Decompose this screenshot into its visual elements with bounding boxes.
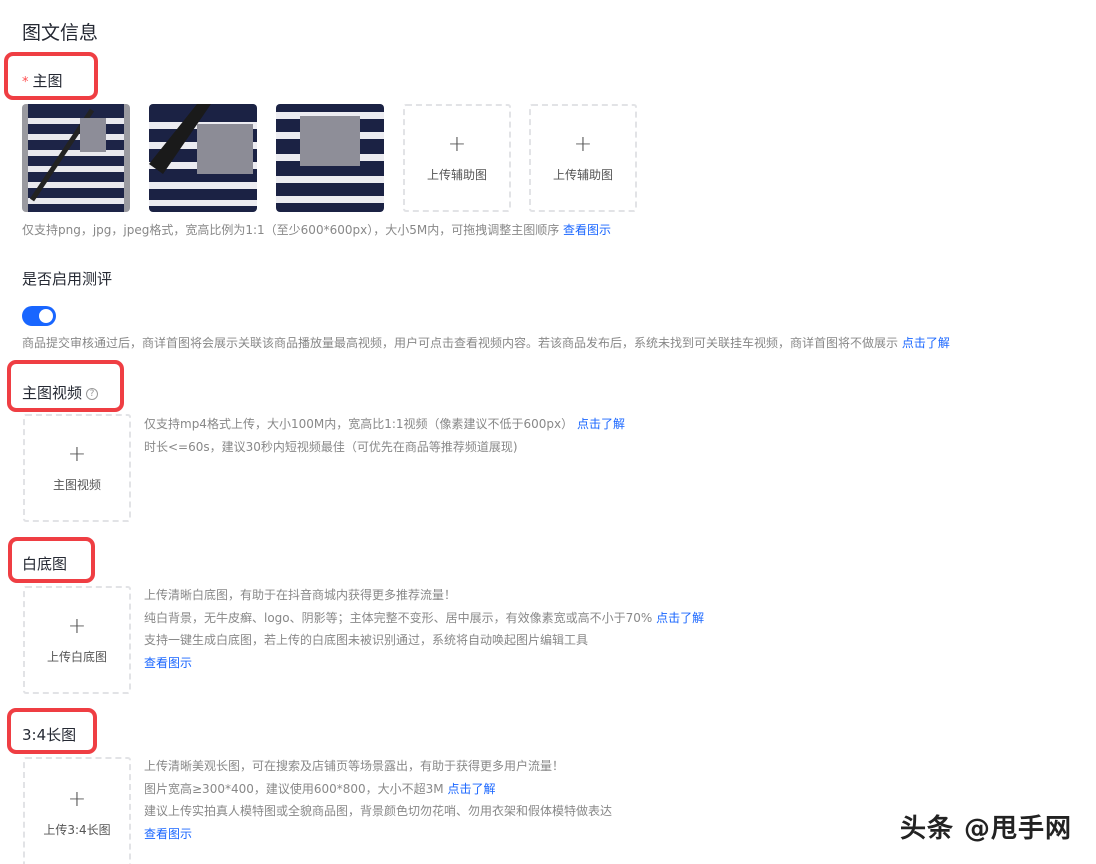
learn-more-link[interactable]: 点击了解 (902, 336, 950, 350)
upload-aux-image-1[interactable]: + 上传辅助图 (403, 104, 511, 212)
plus-icon: + (67, 786, 87, 812)
view-example-link[interactable]: 查看图示 (144, 656, 192, 670)
upload-aux-image-2[interactable]: + 上传辅助图 (529, 104, 637, 212)
upload-main-video[interactable]: + 主图视频 (23, 414, 131, 522)
upload-label: 上传辅助图 (552, 167, 613, 182)
review-hint: 商品提交审核通过后，商详首图将会展示关联该商品播放量最高视频，用户可点击查看视频… (22, 332, 950, 355)
white-bg-hint-line-1: 上传清晰白底图，有助于在抖音商城内获得更多推荐流量！ (144, 588, 457, 602)
upload-label: 上传白底图 (46, 649, 107, 664)
upload-white-bg[interactable]: + 上传白底图 (23, 586, 131, 694)
help-icon[interactable]: ? (86, 387, 99, 400)
toggle-knob (39, 309, 53, 323)
main-image-label: * 主图 (22, 70, 63, 91)
main-video-label-text: 主图视频 (22, 384, 83, 402)
main-video-hint-line-2: 时长<=60s，建议30秒内短视频最佳（可优先在商品等推荐频道展现) (144, 439, 518, 454)
main-image-thumb-2[interactable] (149, 104, 257, 212)
review-hint-text: 商品提交审核通过后，商详首图将会展示关联该商品播放量最高视频，用户可点击查看视频… (22, 336, 899, 350)
main-image-hint: 仅支持png，jpg，jpeg格式，宽高比例为1:1（至少600*600px），… (22, 219, 611, 242)
upload-label: 上传辅助图 (426, 167, 487, 182)
learn-more-link[interactable]: 点击了解 (656, 611, 704, 625)
plus-icon: + (67, 613, 87, 639)
white-bg-label: 白底图 (22, 555, 68, 573)
required-mark: * (22, 75, 29, 90)
white-bg-hint: 上传清晰白底图，有助于在抖音商城内获得更多推荐流量！ 纯白背景，无牛皮癣、log… (144, 584, 704, 674)
long-image-hint-line-2: 图片宽高≥300*400，建议使用600*800，大小不超3M 点击了解 (144, 778, 612, 801)
main-image-hint-text: 仅支持png，jpg，jpeg格式，宽高比例为1:1（至少600*600px），… (22, 223, 560, 237)
upload-label: 上传3:4长图 (43, 822, 111, 837)
plus-icon: + (67, 441, 87, 467)
review-label: 是否启用测评 (22, 270, 113, 288)
long-image-hint-line-3: 建议上传实拍真人模特图或全貌商品图，背景颜色切勿花哨、勿用衣架和假体模特做表达 (144, 804, 613, 818)
plus-icon: + (573, 131, 593, 157)
main-video-hint: 仅支持mp4格式上传，大小100M内，宽高比1:1视频（像素建议不低于600px… (144, 413, 625, 458)
view-example-link[interactable]: 查看图示 (563, 223, 611, 237)
white-bg-hint-line-3: 支持一键生成白底图，若上传的白底图未被识别通过，系统将自动唤起图片编辑工具 (144, 633, 589, 647)
hint-text: 图片宽高≥300*400，建议使用600*800，大小不超3M (144, 781, 444, 796)
long-image-label: 3:4长图 (22, 726, 77, 744)
review-toggle[interactable] (22, 306, 56, 326)
learn-more-link[interactable]: 点击了解 (577, 417, 625, 431)
white-bg-hint-line-2: 纯白背景，无牛皮癣、logo、阴影等；主体完整不变形、居中展示，有效像素宽或高不… (144, 607, 704, 630)
main-video-label: 主图视频? (22, 382, 99, 403)
main-image-thumb-3[interactable] (276, 104, 384, 212)
section-title: 图文信息 (22, 22, 99, 44)
long-image-hint-line-1: 上传清晰美观长图，可在搜索及店铺页等场景露出，有助于获得更多用户流量！ (144, 759, 565, 773)
upload-long-image[interactable]: + 上传3:4长图 (23, 757, 131, 864)
plus-icon: + (447, 131, 467, 157)
main-image-thumb-1[interactable] (22, 104, 130, 212)
hint-text: 纯白背景，无牛皮癣、logo、阴影等；主体完整不变形、居中展示，有效像素宽或高不… (144, 610, 653, 625)
hint-text: 仅支持mp4格式上传，大小100M内，宽高比1:1视频（像素建议不低于600px… (144, 417, 574, 431)
long-image-hint: 上传清晰美观长图，可在搜索及店铺页等场景露出，有助于获得更多用户流量！ 图片宽高… (144, 755, 612, 845)
main-image-label-text: 主图 (32, 72, 63, 90)
learn-more-link[interactable]: 点击了解 (448, 782, 496, 796)
main-video-hint-line-1: 仅支持mp4格式上传，大小100M内，宽高比1:1视频（像素建议不低于600px… (144, 413, 625, 436)
watermark: 头条 @甩手网 (900, 814, 1073, 844)
upload-label: 主图视频 (52, 477, 101, 492)
view-example-link[interactable]: 查看图示 (144, 827, 192, 841)
